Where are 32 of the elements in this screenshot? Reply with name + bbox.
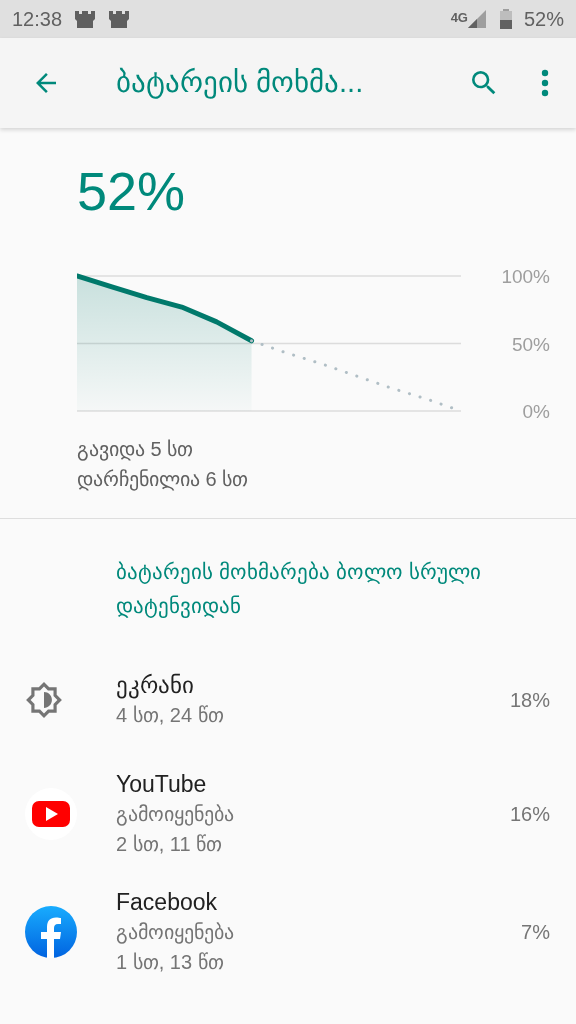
usage-item[interactable]: YouTube გამოიყენება 2 სთ, 11 წთ 16%	[0, 755, 576, 873]
battery-icon	[499, 9, 512, 29]
axis-label: 100%	[501, 270, 550, 287]
usage-item[interactable]: ეკრანი 4 სთ, 24 წთ 18%	[0, 645, 576, 755]
item-percent: 18%	[509, 688, 550, 713]
item-percent: 7%	[521, 920, 550, 945]
section-header: ბატარეის მოხმარება ბოლო სრული დატენვიდან	[115, 559, 482, 620]
notification-icon	[108, 9, 131, 29]
clock: 12:38	[12, 7, 63, 32]
battery-level: 52%	[77, 164, 187, 218]
item-title: YouTube	[116, 770, 208, 799]
item-detail: გამოიყენება	[116, 920, 235, 946]
item-detail: გამოიყენება	[116, 802, 235, 828]
item-percent: 16%	[509, 802, 550, 827]
notification-icon	[74, 9, 97, 29]
item-detail: 2 სთ, 11 წთ	[116, 832, 224, 857]
usage-item[interactable]: Facebook გამოიყენება 1 სთ, 13 წთ 7%	[0, 873, 576, 991]
axis-label: 0%	[522, 401, 550, 420]
elapsed-time: გავიდა 5 სთ	[77, 437, 195, 463]
more-icon	[541, 69, 549, 97]
item-title: ეკრანი	[116, 671, 195, 700]
battery-percent: 52%	[523, 7, 564, 32]
brightness-icon	[25, 681, 63, 719]
item-title: Facebook	[116, 888, 218, 917]
signal-icon	[467, 10, 486, 28]
item-detail: 4 სთ, 24 წთ	[116, 703, 225, 728]
axis-label: 50%	[511, 333, 550, 355]
f-logo-icon	[25, 906, 77, 958]
item-detail: 1 სთ, 13 წთ	[116, 950, 225, 975]
network-label: 4G	[450, 9, 468, 27]
remaining-time: დარჩენილია 6 სთ	[77, 467, 250, 493]
page-title: ბატარეის მოხმა...	[116, 65, 364, 101]
